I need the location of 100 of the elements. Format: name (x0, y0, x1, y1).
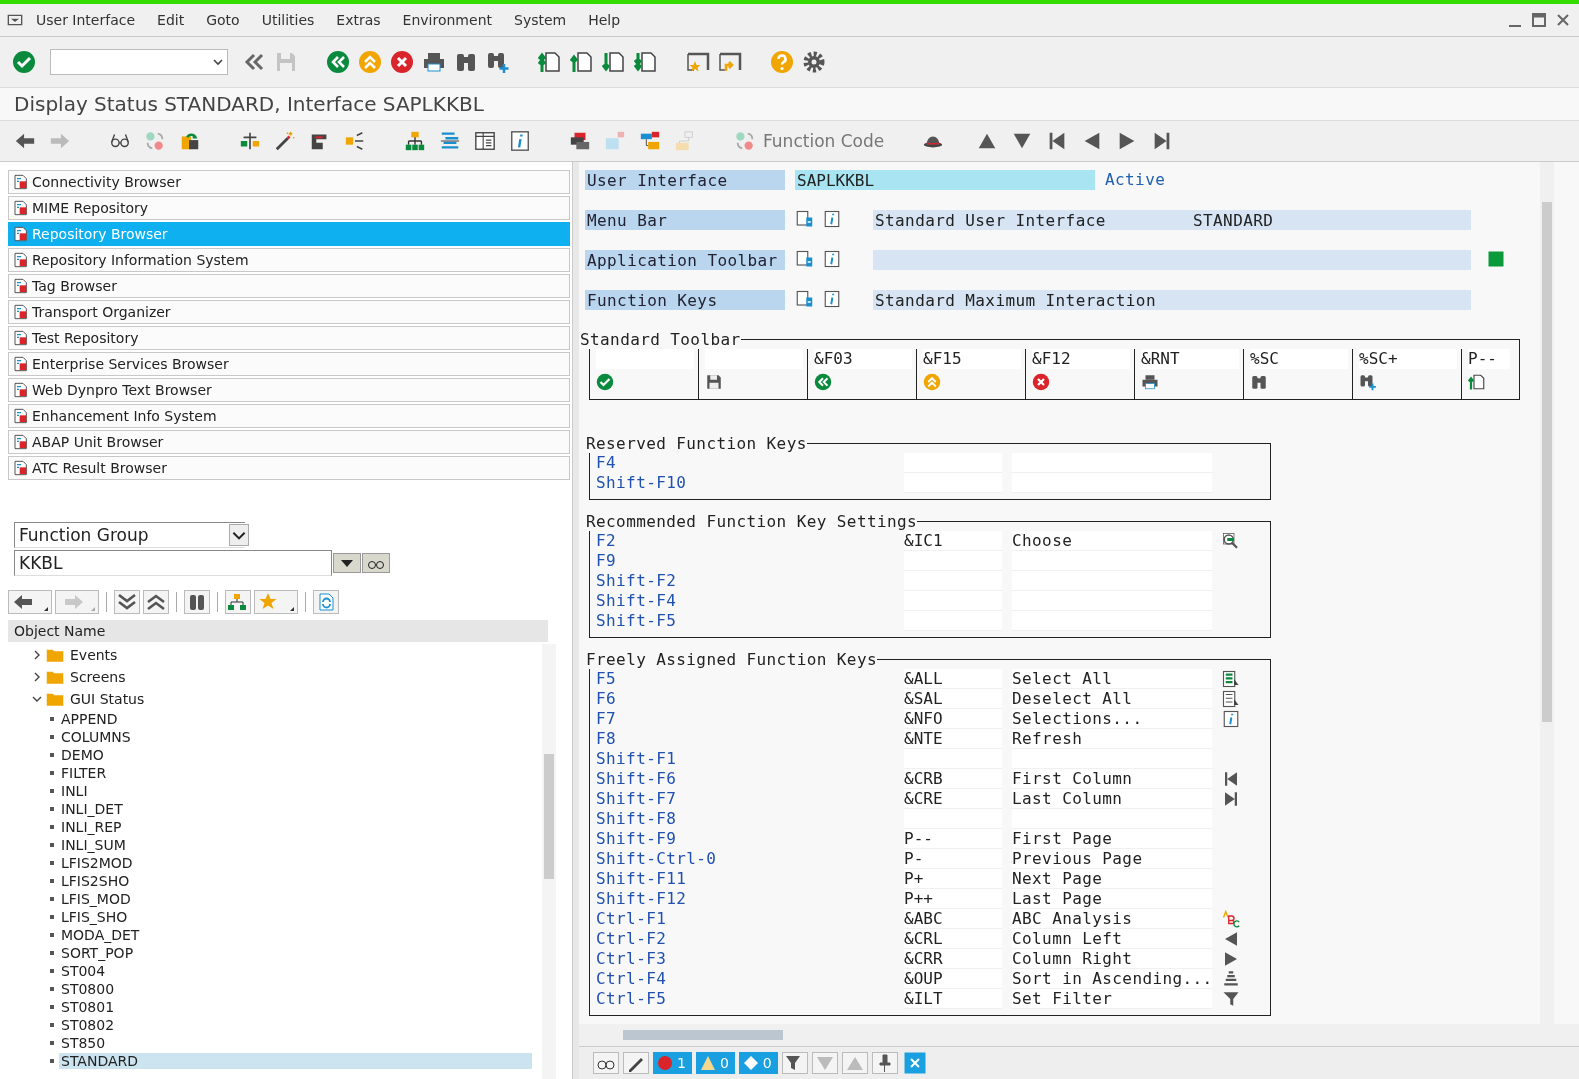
menu-item[interactable]: Environment (402, 12, 492, 28)
column-header[interactable]: Object Name (8, 620, 548, 642)
navigator-item[interactable]: Enterprise Services Browser (8, 352, 570, 376)
scrollbar[interactable] (579, 1024, 1579, 1046)
navigator-item[interactable]: ABAP Unit Browser (8, 430, 570, 454)
tree-item[interactable]: LFIS_MOD (59, 891, 133, 907)
tree-item[interactable]: INLI_SUM (59, 837, 128, 853)
info-icon[interactable] (823, 250, 841, 268)
tree-item[interactable]: COLUMNS (59, 729, 133, 745)
document-icon (13, 460, 29, 476)
cancel-icon[interactable] (390, 50, 414, 74)
tree-item[interactable]: ST0801 (59, 999, 117, 1015)
navigator-item[interactable]: Tag Browser (8, 274, 570, 298)
object-name-field[interactable]: KKBL (14, 550, 332, 576)
blocks-icon[interactable] (639, 130, 661, 152)
checkmark-icon[interactable] (12, 50, 36, 74)
back-icon[interactable] (326, 50, 350, 74)
command-field[interactable] (50, 49, 228, 75)
document-icon[interactable] (795, 250, 813, 268)
maximize-icon[interactable] (1531, 12, 1547, 28)
hierarchy-button[interactable] (225, 590, 251, 614)
page-double-arrow-down-icon[interactable] (634, 50, 658, 74)
binoculars-button[interactable] (184, 590, 210, 614)
caret-icon[interactable] (229, 524, 249, 546)
bullet-icon (50, 735, 54, 739)
navigator-item[interactable]: Transport Organizer (8, 300, 570, 324)
navigator-item[interactable]: Test Repository (8, 326, 570, 350)
navigator-item[interactable]: Web Dynpro Text Browser (8, 378, 570, 402)
printer-icon[interactable] (422, 50, 446, 74)
navigator-item[interactable]: ATC Result Browser (8, 456, 570, 480)
branches-icon[interactable] (344, 130, 366, 152)
checkmark-icon (596, 373, 614, 391)
pin-button[interactable] (871, 1052, 898, 1074)
menu-icon[interactable] (6, 12, 24, 28)
tree-item[interactable]: LFIS2MOD (59, 855, 135, 871)
function-key: Ctrl-F5 (596, 989, 904, 1009)
tree-item[interactable]: MODA_DET (59, 927, 142, 943)
collapse-all-button[interactable] (143, 590, 169, 614)
tree-item[interactable]: SORT_POP (59, 945, 136, 961)
tree-item[interactable]: ST0802 (59, 1017, 117, 1033)
back-button[interactable] (8, 590, 52, 614)
tree-item[interactable]: GUI Status (68, 691, 147, 707)
info-icon[interactable] (509, 130, 531, 152)
navigator-item[interactable]: Repository Information System (8, 248, 570, 272)
menu-item[interactable]: Help (588, 12, 621, 28)
page-arrow-up-icon[interactable] (570, 50, 594, 74)
filter-button[interactable] (781, 1052, 808, 1074)
magic-wand-icon[interactable] (274, 130, 296, 152)
expand-all-button[interactable] (114, 590, 140, 614)
window-star-icon[interactable] (686, 50, 710, 74)
tree-item[interactable]: INLI_REP (59, 819, 124, 835)
tree-item[interactable]: APPEND (59, 711, 120, 727)
tree-item[interactable]: LFIS2SHO (59, 873, 132, 889)
navigator-item[interactable]: Connectivity Browser (8, 170, 570, 194)
function-code-button[interactable]: Function Code (763, 131, 885, 151)
settings-icon[interactable] (802, 50, 826, 74)
pencil-button[interactable] (623, 1052, 649, 1074)
navigator-item[interactable]: Enhancement Info System (8, 404, 570, 428)
binoculars-plus-icon[interactable] (486, 50, 510, 74)
menu-item[interactable]: User Interface (36, 12, 136, 28)
tree-item[interactable]: DEMO (59, 747, 106, 763)
function-text-cell: ABC Analysis (1012, 909, 1212, 929)
info-icon[interactable] (823, 290, 841, 308)
tree-item[interactable]: ST0800 (59, 981, 117, 997)
document-icon[interactable] (795, 290, 813, 308)
document-icon[interactable] (795, 210, 813, 228)
tree-item[interactable]: INLI (59, 783, 90, 799)
tree-item[interactable]: ST004 (59, 963, 108, 979)
caret-icon[interactable] (213, 57, 223, 67)
tree-item[interactable]: ST850 (59, 1035, 108, 1051)
cancel-icon (1032, 373, 1050, 391)
stack-icon[interactable] (569, 130, 591, 152)
window-arrow-icon[interactable] (718, 50, 742, 74)
tree-item[interactable]: Events (68, 647, 120, 663)
menu-item[interactable]: Utilities (261, 12, 315, 28)
hierarchy-icon[interactable] (404, 130, 426, 152)
info-icon[interactable] (823, 210, 841, 228)
menu-item[interactable]: System (514, 12, 567, 28)
function-key: F7 (596, 709, 904, 729)
function-text-cell: Column Left (1012, 929, 1212, 949)
tree-item[interactable]: LFIS_SHO (59, 909, 130, 925)
tree-item[interactable]: STANDARD (59, 1053, 532, 1069)
tree-item[interactable]: INLI_DET (59, 801, 125, 817)
bullet-icon (50, 969, 54, 973)
scrollbar[interactable] (542, 644, 556, 1079)
menu-item[interactable]: Goto (206, 12, 240, 28)
navigator-item[interactable]: MIME Repository (8, 196, 570, 220)
close-icon[interactable] (1555, 12, 1571, 28)
menu-item[interactable]: Extras (336, 12, 381, 28)
tree-item[interactable]: Screens (68, 669, 128, 685)
panel-icon[interactable] (474, 130, 496, 152)
scrollbar[interactable] (1540, 162, 1554, 1024)
tree-item[interactable]: FILTER (59, 765, 109, 781)
refresh-button[interactable] (313, 590, 339, 614)
glasses-icon[interactable] (362, 553, 390, 573)
glasses-button[interactable] (593, 1052, 619, 1074)
page-arrow-down-icon[interactable] (602, 50, 626, 74)
page-double-arrow-up-icon[interactable] (538, 50, 562, 74)
menu-item[interactable]: Edit (157, 12, 185, 28)
lines-icon[interactable] (439, 130, 461, 152)
